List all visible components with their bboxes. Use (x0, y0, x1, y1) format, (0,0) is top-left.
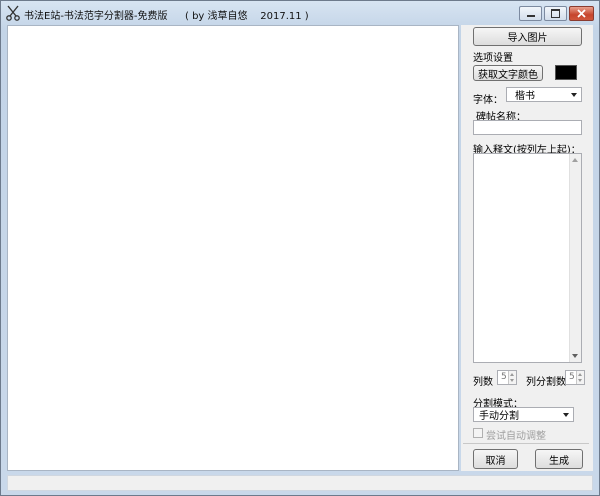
column-split-stepper[interactable]: 5 (565, 370, 585, 385)
minimize-icon (526, 15, 535, 17)
window-subtitle: ( by 浅草自悠 2017.11 ) (185, 11, 309, 22)
scroll-up-icon[interactable] (572, 158, 578, 162)
columns-value: 5 (501, 372, 507, 382)
settings-panel: 导入图片 选项设置 获取文字颜色 字体： 楷书 碑帖名称： 输入释文(按列左上起… (461, 25, 593, 471)
split-mode-select[interactable]: 手动分割 (473, 407, 574, 422)
panel-divider (463, 443, 589, 444)
get-text-color-button[interactable]: 获取文字颜色 (473, 65, 543, 81)
columns-stepper[interactable]: 5 (497, 370, 517, 385)
generate-button[interactable]: 生成 (535, 449, 583, 469)
scissors-icon (5, 5, 21, 21)
options-label: 选项设置 (473, 53, 513, 64)
app-window: 书法E站-书法范字分割器-免费版 ( by 浅草自悠 2017.11 ) 导入图… (0, 0, 600, 496)
columns-label: 列数 (473, 377, 493, 388)
font-select-value: 楷书 (515, 91, 535, 102)
image-canvas[interactable] (7, 25, 459, 471)
window-controls (519, 6, 594, 21)
spinner-arrows-icon[interactable] (508, 371, 516, 384)
status-bar (7, 475, 593, 491)
font-label: 字体： (473, 95, 503, 106)
stele-name-input[interactable] (473, 120, 582, 135)
scroll-down-icon[interactable] (572, 354, 578, 358)
chevron-down-icon (563, 412, 569, 417)
maximize-icon (551, 9, 560, 18)
text-color-swatch[interactable] (555, 65, 577, 80)
close-button[interactable] (569, 6, 594, 21)
import-image-button[interactable]: 导入图片 (473, 27, 582, 46)
spinner-arrows-icon[interactable] (576, 371, 584, 384)
transcript-textarea[interactable] (473, 153, 582, 363)
column-split-value: 5 (569, 372, 575, 382)
minimize-button[interactable] (519, 6, 542, 21)
transcript-scrollbar[interactable] (569, 154, 581, 362)
cancel-button[interactable]: 取消 (473, 449, 518, 469)
title-bar[interactable]: 书法E站-书法范字分割器-免费版 ( by 浅草自悠 2017.11 ) (1, 1, 599, 25)
chevron-down-icon (571, 92, 577, 97)
window-title: 书法E站-书法范字分割器-免费版 (24, 11, 168, 22)
close-icon (577, 9, 586, 18)
auto-adjust-label: 尝试自动调整 (486, 431, 546, 442)
maximize-button[interactable] (544, 6, 567, 21)
column-split-label: 列分割数 (526, 377, 566, 388)
auto-adjust-checkbox[interactable] (473, 428, 483, 438)
split-mode-value: 手动分割 (479, 411, 519, 422)
font-select[interactable]: 楷书 (506, 87, 582, 102)
